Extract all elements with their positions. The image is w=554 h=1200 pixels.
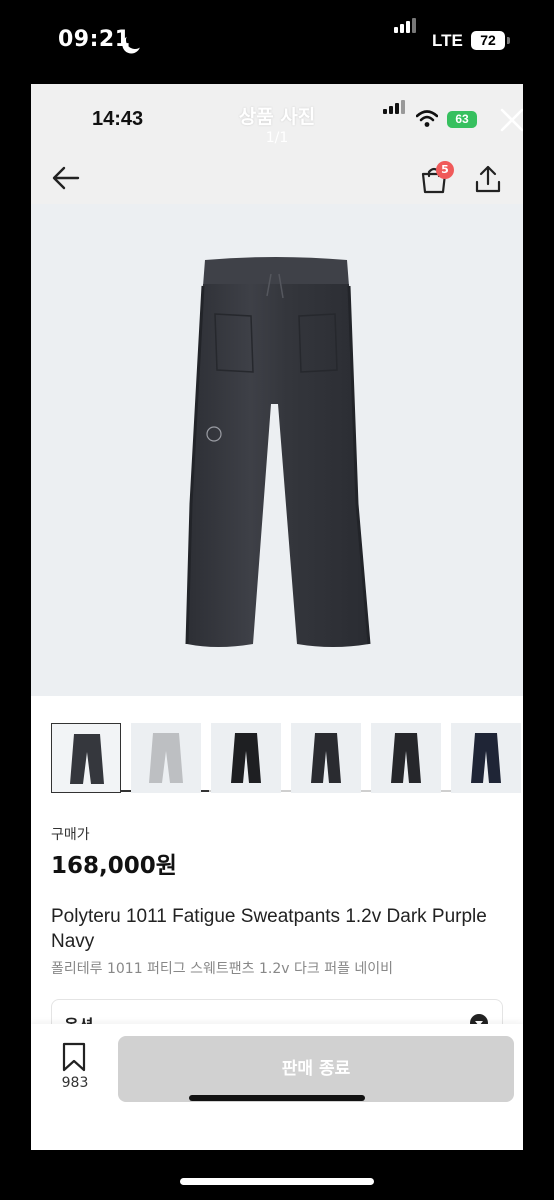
bottom-action-bar: 983 판매 종료 (31, 1024, 523, 1150)
price-label: 구매가 (51, 827, 90, 843)
phone-status-bar: 09:21 LTE 72 (0, 0, 554, 84)
network-type: LTE (432, 31, 463, 50)
app-home-indicator (189, 1095, 365, 1101)
viewer-counter: 1/1 (265, 130, 289, 146)
battery-icon: 72 (471, 31, 505, 50)
product-price: 168,000원 (51, 853, 177, 879)
home-indicator (180, 1178, 374, 1185)
app-header: 14:43 63 상품 사진 1/1 5 (31, 84, 523, 204)
cart-count-badge: 5 (436, 161, 454, 179)
bookmark-count: 983 (61, 1075, 89, 1091)
thumbnail-1[interactable] (51, 723, 121, 793)
thumbnail-3[interactable] (211, 723, 281, 793)
thumbnail-6[interactable] (451, 723, 521, 793)
product-image (31, 204, 523, 696)
thumbnail-4[interactable] (291, 723, 361, 793)
share-icon[interactable] (474, 164, 502, 194)
back-arrow-icon[interactable] (51, 164, 81, 192)
phone-clock: 09:21 (58, 27, 131, 52)
battery-tip (507, 37, 510, 44)
close-icon[interactable] (498, 106, 523, 134)
viewer-title: 상품 사진 (238, 106, 316, 128)
thumbnail-strip (31, 723, 523, 795)
sold-out-button[interactable]: 판매 종료 (118, 1036, 514, 1102)
thumbnail-2[interactable] (131, 723, 201, 793)
thumbnail-5[interactable] (371, 723, 441, 793)
product-image-carousel[interactable] (31, 204, 523, 792)
app-screenshot: 14:43 63 상품 사진 1/1 5 구매가 168,000원 Polyte… (31, 84, 523, 1150)
product-title-en: Polyteru 1011 Fatigue Sweatpants 1.2v Da… (51, 906, 487, 952)
product-title-ko: 폴리테루 1011 퍼티그 스웨트팬츠 1.2v 다크 퍼플 네이비 (51, 961, 394, 977)
bookmark-icon[interactable] (61, 1042, 87, 1072)
